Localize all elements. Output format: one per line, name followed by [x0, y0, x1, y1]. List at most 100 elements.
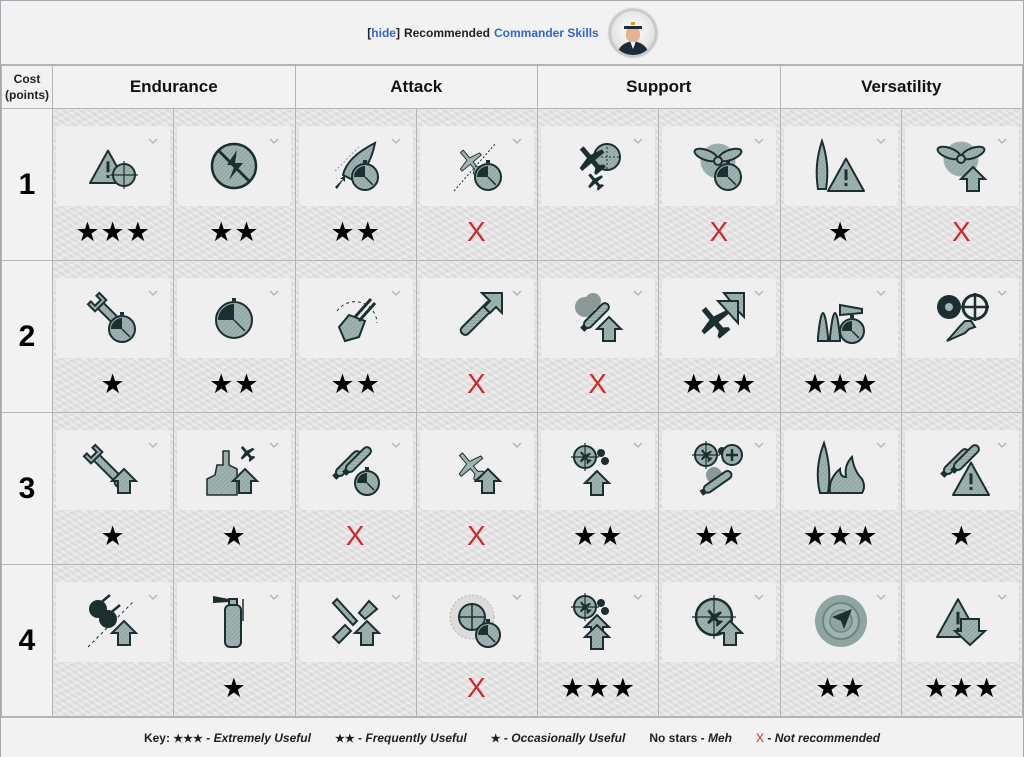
star-rating: ★	[949, 521, 975, 551]
skill-cell-attack: ★★	[294, 260, 417, 413]
skill-cell-endurance: ★★★	[51, 108, 175, 261]
chevron-down-icon[interactable]	[997, 594, 1007, 601]
skill-card[interactable]	[56, 278, 170, 358]
star-rating: ★★★	[560, 673, 636, 703]
cost-value: 2	[1, 260, 53, 413]
skill-card[interactable]	[298, 582, 413, 662]
skill-card[interactable]	[783, 126, 898, 206]
chevron-down-icon[interactable]	[754, 290, 764, 297]
hide-link[interactable]: hide	[371, 26, 396, 40]
skill-card[interactable]	[419, 430, 534, 510]
skill-card[interactable]	[662, 430, 777, 510]
key-legend: Key: ★★★ - Extremely Useful ★★ - Frequen…	[1, 717, 1023, 757]
star-rating: ★	[828, 217, 854, 247]
chevron-down-icon[interactable]	[512, 442, 522, 449]
skill-cell-endurance: ★	[173, 412, 296, 565]
chevron-down-icon[interactable]	[754, 442, 764, 449]
chevron-down-icon[interactable]	[876, 594, 886, 601]
skill-cell-support: X	[536, 260, 660, 413]
chevron-down-icon[interactable]	[633, 594, 643, 601]
skill-card[interactable]	[419, 582, 534, 662]
chevron-down-icon[interactable]	[997, 442, 1007, 449]
skill-card[interactable]	[662, 582, 777, 662]
chevron-down-icon[interactable]	[512, 290, 522, 297]
skill-card[interactable]	[904, 126, 1019, 206]
battleship-aircraft-upgrade-icon	[206, 446, 260, 496]
star-rating: ★★	[694, 521, 745, 551]
skill-card[interactable]	[56, 430, 170, 510]
chevron-down-icon[interactable]	[512, 138, 522, 145]
cost-row-4: 4 ★ X ★★★ ★★ ★★★	[1, 564, 1024, 717]
skill-card[interactable]	[56, 126, 170, 206]
skill-cell-support	[536, 108, 660, 261]
not-recommended-mark: X	[467, 368, 487, 399]
skill-card[interactable]	[904, 278, 1019, 358]
chevron-down-icon[interactable]	[391, 442, 401, 449]
skill-card[interactable]	[177, 582, 292, 662]
star-rating: ★★	[209, 369, 260, 399]
radar-timer-icon	[449, 594, 501, 648]
skill-cell-attack: X	[415, 108, 539, 261]
skill-cell-versatility: ★★★	[779, 260, 902, 413]
chevron-down-icon[interactable]	[148, 594, 158, 601]
star-rating	[53, 673, 173, 703]
chevron-down-icon[interactable]	[148, 138, 158, 145]
chevron-down-icon[interactable]	[391, 594, 401, 601]
chevron-down-icon[interactable]	[876, 442, 886, 449]
chevron-down-icon[interactable]	[148, 442, 158, 449]
skill-cell-attack: X	[294, 412, 417, 565]
skill-card[interactable]	[419, 278, 534, 358]
chevron-down-icon[interactable]	[633, 138, 643, 145]
chevron-down-icon[interactable]	[269, 290, 279, 297]
skill-card[interactable]	[662, 278, 777, 358]
skill-card[interactable]	[783, 278, 898, 358]
star-rating: ★	[221, 521, 247, 551]
skill-card[interactable]	[177, 430, 292, 510]
skill-card[interactable]	[904, 430, 1019, 510]
skill-card[interactable]	[904, 582, 1019, 662]
star-rating: ★	[100, 369, 126, 399]
chevron-down-icon[interactable]	[754, 594, 764, 601]
skill-cell-versatility: ★★★	[779, 412, 902, 565]
skill-cell-endurance: ★	[51, 412, 175, 565]
chevron-down-icon[interactable]	[876, 138, 886, 145]
chevron-down-icon[interactable]	[633, 442, 643, 449]
not-recommended-mark: X	[345, 520, 366, 551]
chevron-down-icon[interactable]	[876, 290, 886, 297]
skill-card[interactable]	[177, 278, 292, 358]
skill-card[interactable]	[541, 278, 655, 358]
skill-card[interactable]	[56, 582, 170, 662]
skill-card[interactable]	[541, 582, 655, 662]
title-text: Recommended	[403, 25, 490, 40]
skill-card[interactable]	[298, 278, 413, 358]
chevron-down-icon[interactable]	[148, 290, 158, 297]
chevron-down-icon[interactable]	[754, 138, 764, 145]
skill-cell-endurance: ★★	[173, 108, 296, 261]
skill-card[interactable]	[541, 126, 655, 206]
chevron-down-icon[interactable]	[391, 290, 401, 297]
commander-portrait-icon[interactable]	[608, 8, 657, 57]
chevron-down-icon[interactable]	[269, 138, 279, 145]
skill-card[interactable]	[298, 126, 413, 206]
star-rating	[296, 673, 416, 703]
chevron-down-icon[interactable]	[269, 594, 279, 601]
skill-card[interactable]	[662, 126, 777, 206]
chevron-down-icon[interactable]	[633, 290, 643, 297]
skill-card[interactable]	[177, 126, 292, 206]
skill-card[interactable]	[541, 430, 655, 510]
skill-card[interactable]	[783, 582, 898, 662]
commander-skills-link[interactable]: Commander Skills	[494, 26, 599, 40]
skill-card[interactable]	[419, 126, 534, 206]
skill-card[interactable]	[783, 430, 898, 510]
ship-fire-icon	[816, 439, 865, 494]
cost-row-2: 2 ★ ★★ ★★ X X ★★★ ★★★	[1, 260, 1024, 413]
skill-card[interactable]	[298, 430, 413, 510]
wrench-timer-icon	[86, 291, 136, 343]
chevron-down-icon[interactable]	[391, 138, 401, 145]
secondary-guns-upgrade-icon	[87, 594, 139, 648]
chevron-down-icon[interactable]	[997, 138, 1007, 145]
aa-guns-upgrade-icon	[571, 443, 612, 496]
chevron-down-icon[interactable]	[512, 594, 522, 601]
chevron-down-icon[interactable]	[269, 442, 279, 449]
chevron-down-icon[interactable]	[997, 290, 1007, 297]
